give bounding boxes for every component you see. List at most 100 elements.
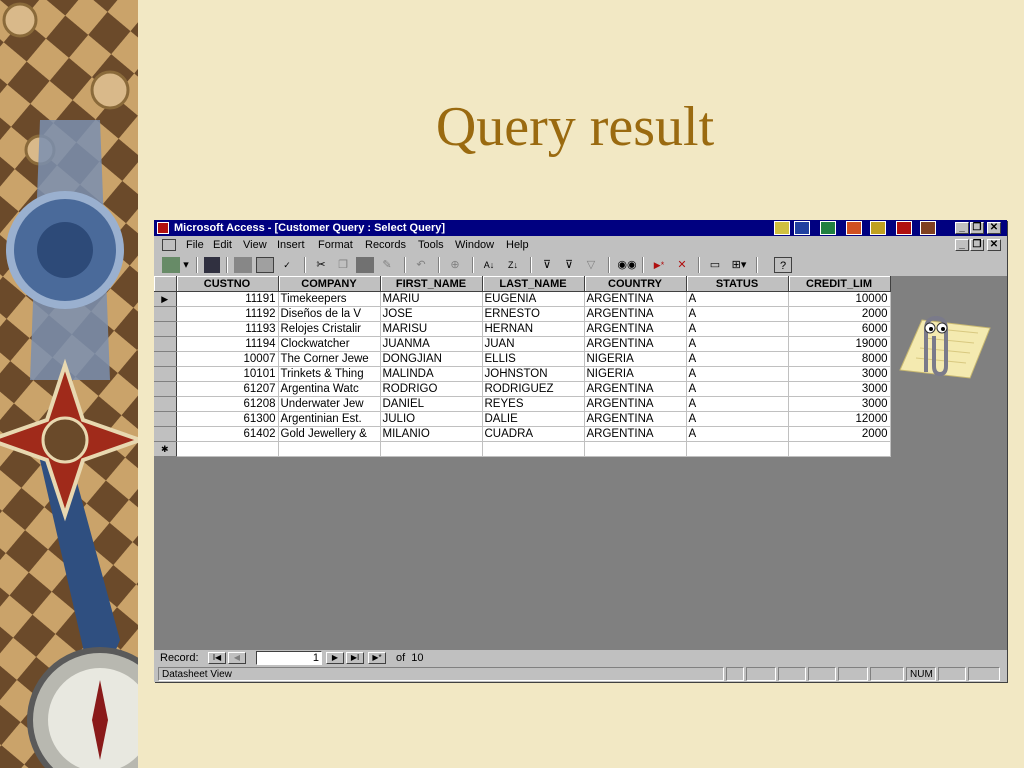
cell-first-name[interactable]: JOSE	[380, 306, 483, 322]
database-window-icon[interactable]: ▭	[706, 257, 724, 273]
cell-status[interactable]: A	[686, 411, 789, 427]
datasheet-grid[interactable]: CUSTNO COMPANY FIRST_NAME LAST_NAME COUN…	[154, 276, 1007, 650]
cell-status[interactable]: A	[686, 336, 789, 352]
print-icon[interactable]	[234, 257, 252, 273]
cell-company[interactable]: Underwater Jew	[278, 396, 381, 412]
hyperlink-icon[interactable]: ⊕	[446, 257, 464, 273]
sort-ascending-icon[interactable]: A↓	[480, 257, 498, 273]
cell-custno[interactable]: 11191	[176, 291, 279, 307]
new-cell-custno[interactable]	[176, 441, 279, 457]
cell-last-name[interactable]: ERNESTO	[482, 306, 585, 322]
cell-last-name[interactable]: RODRIGUEZ	[482, 381, 585, 397]
new-cell-credit-lim[interactable]	[788, 441, 891, 457]
binder-icon[interactable]	[920, 221, 936, 235]
new-record-button[interactable]: ▶*	[368, 652, 386, 664]
minimize-button[interactable]: _	[955, 222, 969, 234]
restore-button[interactable]: ❐	[970, 222, 984, 234]
cell-last-name[interactable]: ELLIS	[482, 351, 585, 367]
table-row[interactable]: 10101 Trinkets & Thing MALINDA JOHNSTON NIGE…	[154, 366, 891, 382]
cell-last-name[interactable]: JOHNSTON	[482, 366, 585, 382]
table-row[interactable]: 61208 Underwater Jew DANIEL REYES ARGENTINA A…	[154, 396, 891, 412]
table-row[interactable]: 61402 Gold Jewellery & MILANIO CUADRA ARGENT…	[154, 426, 891, 442]
new-cell-company[interactable]	[278, 441, 381, 457]
doc-close-button[interactable]: ✕	[987, 239, 1001, 251]
cell-first-name[interactable]: MARIU	[380, 291, 483, 307]
column-header-first-name[interactable]: FIRST_NAME	[380, 276, 483, 292]
cell-company[interactable]: Timekeepers	[278, 291, 381, 307]
new-record-icon[interactable]: ▶*	[648, 257, 670, 273]
access-app-icon[interactable]	[157, 222, 169, 234]
column-header-company[interactable]: COMPANY	[278, 276, 381, 292]
table-row[interactable]: 11192 Diseños de la V JOSE ERNESTO ARGENTINA…	[154, 306, 891, 322]
access-icon[interactable]	[896, 221, 912, 235]
cell-last-name[interactable]: DALIE	[482, 411, 585, 427]
print-preview-icon[interactable]	[256, 257, 274, 273]
record-number-field[interactable]: 1	[256, 651, 322, 665]
cell-first-name[interactable]: RODRIGO	[380, 381, 483, 397]
new-cell-country[interactable]	[584, 441, 687, 457]
record-selector[interactable]	[154, 396, 177, 412]
record-selector[interactable]	[154, 426, 177, 442]
word-icon[interactable]	[794, 221, 810, 235]
table-row[interactable]: ▶ 11191 Timekeepers MARIU EUGENIA ARGENTINA A 1…	[154, 291, 891, 307]
cell-country[interactable]: ARGENTINA	[584, 291, 687, 307]
cell-credit-lim[interactable]: 6000	[788, 321, 891, 337]
next-record-button[interactable]: ▶	[326, 652, 344, 664]
table-row[interactable]: 11193 Relojes Cristalir MARISU HERNAN ARGENT…	[154, 321, 891, 337]
cell-company[interactable]: Clockwatcher	[278, 336, 381, 352]
cell-first-name[interactable]: MARISU	[380, 321, 483, 337]
cell-custno[interactable]: 10007	[176, 351, 279, 367]
sort-descending-icon[interactable]: Z↓	[504, 257, 522, 273]
cell-last-name[interactable]: CUADRA	[482, 426, 585, 442]
cell-custno[interactable]: 11192	[176, 306, 279, 322]
current-record-indicator[interactable]: ▶	[154, 291, 177, 307]
new-record-row[interactable]: ✱	[154, 441, 891, 457]
record-selector[interactable]	[154, 366, 177, 382]
powerpoint-icon[interactable]	[846, 221, 862, 235]
cell-country[interactable]: NIGERIA	[584, 366, 687, 382]
first-record-button[interactable]: I◀	[208, 652, 226, 664]
table-row[interactable]: 10007 The Corner Jewe DONGJIAN ELLIS NIGERIA…	[154, 351, 891, 367]
save-icon[interactable]	[204, 257, 220, 273]
undo-icon[interactable]: ↶	[412, 257, 430, 273]
cell-company[interactable]: Trinkets & Thing	[278, 366, 381, 382]
column-header-custno[interactable]: CUSTNO	[176, 276, 279, 292]
cell-company[interactable]: Argentina Watc	[278, 381, 381, 397]
copy-icon[interactable]: ❐	[334, 257, 352, 273]
record-selector[interactable]	[154, 351, 177, 367]
cell-company[interactable]: The Corner Jewe	[278, 351, 381, 367]
menu-format[interactable]: Format	[318, 237, 353, 254]
cell-first-name[interactable]: DONGJIAN	[380, 351, 483, 367]
doc-restore-button[interactable]: ❐	[970, 239, 984, 251]
cell-first-name[interactable]: JUANMA	[380, 336, 483, 352]
record-selector[interactable]	[154, 411, 177, 427]
table-row[interactable]: 11194 Clockwatcher JUANMA JUAN ARGENTINA A 190…	[154, 336, 891, 352]
taskbar-app-icon[interactable]	[774, 221, 790, 235]
column-header-status[interactable]: STATUS	[686, 276, 789, 292]
menu-help[interactable]: Help	[506, 237, 529, 254]
cell-credit-lim[interactable]: 3000	[788, 396, 891, 412]
column-header-country[interactable]: COUNTRY	[584, 276, 687, 292]
cell-custno[interactable]: 11193	[176, 321, 279, 337]
cell-credit-lim[interactable]: 2000	[788, 306, 891, 322]
cell-status[interactable]: A	[686, 321, 789, 337]
help-icon[interactable]: ?	[774, 257, 792, 273]
cell-country[interactable]: NIGERIA	[584, 351, 687, 367]
new-object-icon[interactable]: ⊞▾	[728, 257, 750, 273]
cell-country[interactable]: ARGENTINA	[584, 426, 687, 442]
cell-first-name[interactable]: DANIEL	[380, 396, 483, 412]
cell-credit-lim[interactable]: 2000	[788, 426, 891, 442]
cell-country[interactable]: ARGENTINA	[584, 336, 687, 352]
new-cell-last-name[interactable]	[482, 441, 585, 457]
previous-record-button[interactable]: ◀	[228, 652, 246, 664]
apply-filter-icon[interactable]: ▽	[582, 257, 600, 273]
cell-company[interactable]: Argentinian Est.	[278, 411, 381, 427]
column-header-last-name[interactable]: LAST_NAME	[482, 276, 585, 292]
cell-status[interactable]: A	[686, 396, 789, 412]
menu-file[interactable]: File	[186, 237, 204, 254]
cell-custno[interactable]: 11194	[176, 336, 279, 352]
cell-status[interactable]: A	[686, 351, 789, 367]
cell-first-name[interactable]: JULIO	[380, 411, 483, 427]
last-record-button[interactable]: ▶I	[346, 652, 364, 664]
cell-last-name[interactable]: EUGENIA	[482, 291, 585, 307]
